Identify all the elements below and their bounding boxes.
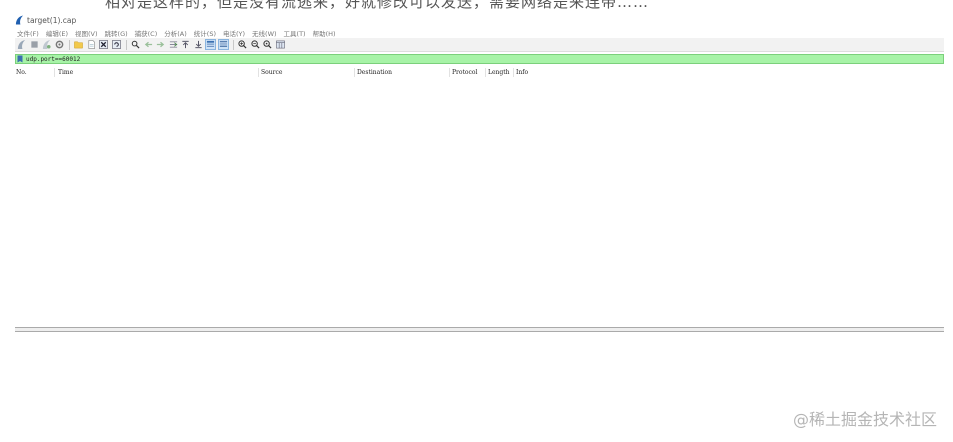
column-divider[interactable] [513, 68, 514, 77]
colorize-button[interactable] [217, 39, 229, 50]
watermark-text: @稀土掘金技术社区 [792, 410, 937, 429]
zoom-in-button[interactable] [237, 39, 248, 50]
window-title: target(1).cap [27, 15, 77, 25]
wireshark-window: target(1).cap 文件(F) 编辑(E) 视图(V) 跳转(G) 捕获… [15, 13, 944, 333]
open-file-button[interactable] [73, 39, 84, 50]
gear-icon [55, 40, 63, 49]
resize-columns-icon [275, 40, 285, 49]
column-header-info[interactable]: Info [516, 69, 528, 76]
toolbar-separator [126, 39, 127, 50]
find-packet-button[interactable] [130, 39, 141, 50]
display-filter-input[interactable] [26, 54, 426, 64]
top-cut-text: 相对是这样的，但是没有流逃来，好就修改可以发送，需要网络是来连带…… [105, 0, 650, 11]
normal-size-button[interactable] [262, 39, 273, 50]
last-packet-icon [194, 40, 202, 49]
restart-capture-button[interactable] [41, 39, 52, 50]
reload-icon [111, 40, 121, 49]
colorize-icon [219, 40, 227, 48]
file-icon [87, 40, 95, 49]
autoscroll-button[interactable] [205, 39, 216, 50]
go-forward-button[interactable] [155, 39, 166, 50]
last-packet-button[interactable] [193, 39, 204, 50]
zoom-reset-icon [263, 40, 272, 49]
start-capture-button[interactable] [16, 39, 27, 50]
shark-fin-icon [17, 40, 26, 49]
arrow-left-icon [144, 41, 152, 48]
go-back-button[interactable] [143, 39, 154, 50]
zoom-out-icon [250, 40, 260, 49]
column-header-length[interactable]: Length [488, 69, 510, 76]
toolbar-separator [69, 39, 70, 50]
stop-square-icon [30, 41, 38, 48]
first-packet-icon [182, 40, 189, 49]
toolbar-separator [233, 39, 234, 50]
packet-list-header: No. Time Source Destination Protocol Len… [15, 68, 944, 77]
column-header-source[interactable]: Source [261, 69, 282, 76]
column-header-destination[interactable]: Destination [357, 69, 392, 76]
restart-fin-icon [42, 40, 51, 49]
bookmark-shape-icon [17, 55, 23, 63]
pane-splitter[interactable] [15, 327, 944, 332]
column-header-protocol[interactable]: Protocol [452, 69, 477, 76]
first-packet-button[interactable] [180, 39, 191, 50]
folder-icon [74, 41, 83, 49]
resize-columns-button[interactable] [275, 39, 286, 50]
zoom-out-button[interactable] [250, 39, 261, 50]
arrow-right-icon [156, 41, 165, 48]
main-toolbar [15, 38, 944, 52]
title-bar: target(1).cap [15, 13, 76, 27]
column-divider[interactable] [485, 68, 486, 77]
close-file-button[interactable] [98, 39, 109, 50]
display-filter-bar [15, 54, 944, 64]
jump-icon [169, 41, 177, 48]
capture-options-button[interactable] [54, 39, 65, 50]
bookmark-icon[interactable] [17, 55, 23, 63]
column-header-no[interactable]: No. [16, 69, 27, 76]
column-divider[interactable] [449, 68, 450, 77]
search-icon [131, 40, 140, 49]
column-divider[interactable] [258, 68, 259, 77]
column-divider[interactable] [354, 68, 355, 77]
reload-file-button[interactable] [111, 39, 122, 50]
stop-capture-button[interactable] [29, 39, 40, 50]
column-header-time[interactable]: Time [58, 69, 73, 76]
save-file-button[interactable] [86, 39, 97, 50]
column-divider[interactable] [54, 68, 55, 77]
close-file-icon [99, 40, 108, 49]
go-to-packet-button[interactable] [168, 39, 179, 50]
wireshark-fin-icon [15, 15, 24, 25]
zoom-in-icon [238, 40, 247, 49]
packet-list-pane[interactable] [15, 77, 944, 327]
autoscroll-icon [206, 40, 215, 47]
